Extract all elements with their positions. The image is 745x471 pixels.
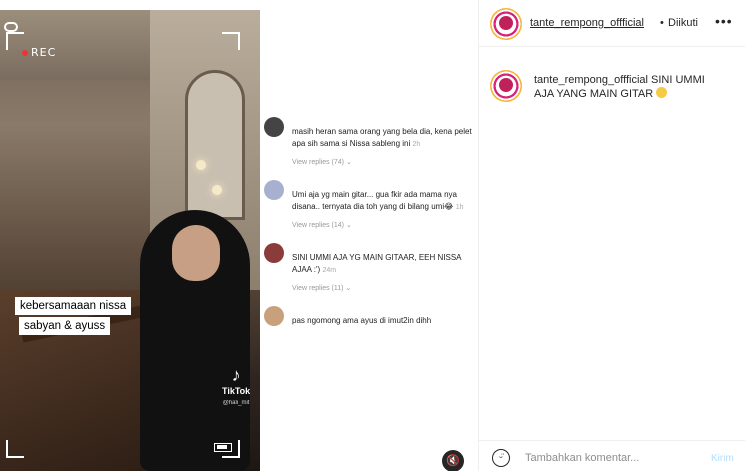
chevron-down-icon: ⌄ bbox=[345, 159, 352, 166]
comment-item: Umi aja yg main gitar... gua fkir ada ma… bbox=[262, 178, 478, 229]
follow-status-button[interactable]: Diikuti bbox=[668, 17, 698, 29]
view-replies-link[interactable]: View replies (74) ⌄ bbox=[292, 158, 478, 166]
post-media: REC kebersamaaan nissa sabyan & ayuss ♪ … bbox=[0, 0, 478, 471]
view-replies-label: View replies (11) bbox=[292, 285, 344, 292]
post-sidebar: tante_rempong_offficial • Diikuti ••• ta… bbox=[478, 0, 745, 471]
comment-body: Umi aja yg main gitar... gua fkir ada ma… bbox=[292, 190, 457, 211]
battery-icon bbox=[214, 443, 232, 452]
comment-username bbox=[292, 178, 478, 187]
comment-text: masih heran sama orang yang bela dia, ke… bbox=[292, 126, 478, 151]
comment-avatar bbox=[264, 243, 284, 263]
send-button[interactable]: Kirim bbox=[711, 453, 734, 464]
comment-avatar bbox=[264, 306, 284, 326]
view-replies-link[interactable]: View replies (11) ⌄ bbox=[292, 284, 478, 292]
comment-composer: ᵕ̈ Kirim bbox=[479, 440, 745, 471]
comment-username bbox=[292, 115, 478, 124]
tiktok-watermark: ♪ TikTok @hali_mit bbox=[222, 365, 250, 406]
video-player[interactable]: REC kebersamaaan nissa sabyan & ayuss ♪ … bbox=[0, 10, 260, 471]
comment-item: pas ngomong ama ayus di imut2in dihh bbox=[262, 304, 478, 327]
header-separator: • bbox=[660, 17, 664, 29]
cloud-icon bbox=[4, 22, 18, 32]
post-header: tante_rempong_offficial • Diikuti ••• bbox=[479, 0, 745, 47]
profile-avatar[interactable] bbox=[490, 8, 522, 40]
frame-corner-icon bbox=[222, 32, 240, 50]
comment-time: 2h bbox=[412, 141, 421, 148]
comment-input[interactable] bbox=[525, 450, 705, 466]
comment-body: masih heran sama orang yang bela dia, ke… bbox=[292, 127, 472, 148]
rec-indicator: REC bbox=[22, 46, 56, 59]
comment-body: SINI UMMI AJA YG MAIN GITAAR, EEH NISSA … bbox=[292, 253, 462, 274]
comment-time: 24m bbox=[322, 267, 337, 274]
mute-button[interactable]: 🔇 bbox=[442, 450, 464, 471]
caption-avatar[interactable] bbox=[490, 70, 522, 102]
comment-avatar bbox=[264, 117, 284, 137]
comment-text: pas ngomong ama ayus di imut2in dihh bbox=[292, 315, 478, 327]
more-options-icon[interactable]: ••• bbox=[715, 13, 733, 29]
tiktok-label: TikTok bbox=[222, 386, 251, 396]
caption-username[interactable]: tante_rempong_offficial bbox=[534, 74, 648, 86]
instagram-post-modal: REC kebersamaaan nissa sabyan & ayuss ♪ … bbox=[0, 0, 745, 471]
emoji-picker-icon[interactable]: ᵕ̈ bbox=[492, 449, 510, 467]
comment-item: SINI UMMI AJA YG MAIN GITAAR, EEH NISSA … bbox=[262, 241, 478, 292]
comment-text: Umi aja yg main gitar... gua fkir ada ma… bbox=[292, 189, 478, 214]
video-scene-face bbox=[172, 225, 220, 281]
frame-corner-icon bbox=[6, 440, 24, 458]
view-replies-label: View replies (74) bbox=[292, 159, 345, 166]
comment-username bbox=[292, 304, 478, 313]
view-replies-link[interactable]: View replies (14) ⌄ bbox=[292, 221, 478, 229]
rec-label: REC bbox=[31, 46, 57, 59]
comment-item: masih heran sama orang yang bela dia, ke… bbox=[262, 115, 478, 166]
comment-avatar bbox=[264, 180, 284, 200]
video-scene-arch bbox=[185, 70, 245, 220]
view-replies-label: View replies (14) bbox=[292, 222, 345, 229]
grinning-face-icon bbox=[656, 87, 668, 98]
video-scene-lamp bbox=[196, 160, 206, 170]
comment-time: 1h bbox=[455, 204, 464, 211]
chevron-down-icon: ⌄ bbox=[345, 285, 352, 292]
video-caption: kebersamaaan nissa sabyan & ayuss bbox=[15, 297, 132, 337]
tiktok-user: @hali_mit bbox=[222, 400, 250, 406]
record-dot-icon bbox=[22, 50, 28, 56]
post-caption: tante_rempong_offficial SINI UMMI AJA YA… bbox=[534, 73, 714, 101]
video-caption-line-1: kebersamaaan nissa bbox=[15, 297, 132, 315]
header-username[interactable]: tante_rempong_offficial bbox=[530, 17, 644, 29]
chevron-down-icon: ⌄ bbox=[345, 222, 352, 229]
comment-body: pas ngomong ama ayus di imut2in dihh bbox=[292, 316, 432, 325]
tiktok-comment-list: masih heran sama orang yang bela dia, ke… bbox=[262, 115, 478, 339]
speaker-muted-icon: 🔇 bbox=[446, 455, 460, 467]
comment-username bbox=[292, 241, 478, 250]
video-scene-lamp bbox=[212, 185, 222, 195]
video-caption-line-2: sabyan & ayuss bbox=[19, 317, 111, 335]
tiktok-logo-icon: ♪ bbox=[231, 365, 241, 385]
comment-text: SINI UMMI AJA YG MAIN GITAAR, EEH NISSA … bbox=[292, 252, 478, 277]
